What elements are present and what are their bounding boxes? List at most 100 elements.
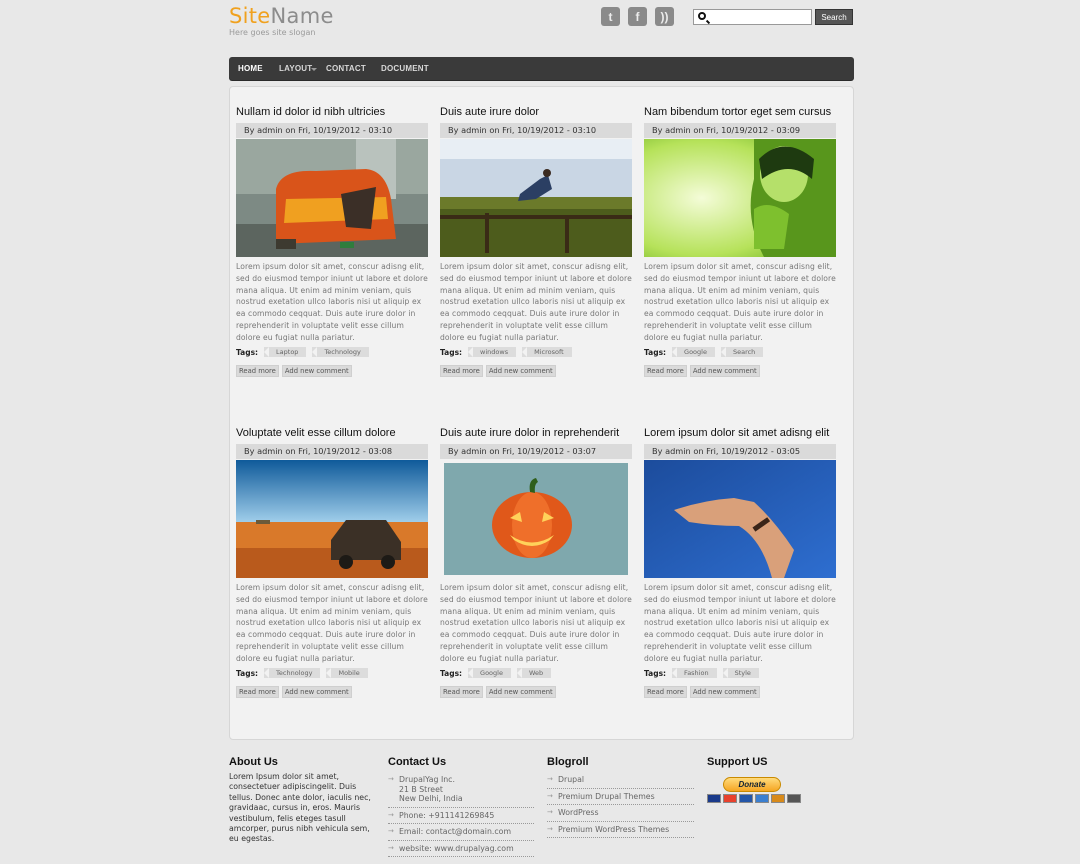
card-icon [771,794,785,803]
logo-part-2: Name [270,4,334,28]
add-comment-link[interactable]: Add new comment [485,364,556,377]
twitter-icon[interactable]: t [601,7,620,26]
contact-address: DrupalYag Inc. 21 B Street New Delhi, In… [388,772,534,808]
tag-link[interactable]: Google [468,668,511,679]
nav-layout[interactable]: LAYOUT [279,64,312,73]
blogroll-link[interactable]: Drupal [547,772,694,789]
site-slogan: Here goes site slogan [229,28,316,37]
tag-link[interactable]: Technology [264,668,321,679]
search-box [693,9,812,25]
post-meta: By admin on Fri, 10/19/2012 - 03:08 [236,444,428,459]
footer-blogroll: Blogroll Drupal Premium Drupal Themes Wo… [547,756,694,838]
blogroll-link[interactable]: Premium Drupal Themes [547,789,694,805]
post-tags: Tags: Google Search [644,346,836,359]
blogroll-link[interactable]: Premium WordPress Themes [547,822,694,838]
post-title[interactable]: Lorem ipsum dolor sit amet adisng elit [644,427,836,441]
tags-label: Tags: [440,668,463,678]
rss-icon[interactable]: )) [655,7,674,26]
read-more-link[interactable]: Read more [644,685,687,698]
tag-link[interactable]: Fashion [672,668,717,679]
post-title[interactable]: Duis aute irure dolor [440,106,632,120]
post-title[interactable]: Nullam id dolor id nibh ultricies [236,106,428,120]
tags-label: Tags: [236,668,259,678]
footer-about-title: About Us [229,756,278,768]
read-more-link[interactable]: Read more [644,364,687,377]
tag-link[interactable]: Google [672,347,715,358]
tags-label: Tags: [440,347,463,357]
post-tags: Tags: Laptop Technology [236,346,428,359]
footer-about: About Us Lorem Ipsum dolor sit amet, con… [229,756,371,845]
tag-link[interactable]: Web [516,668,552,679]
card-icon [723,794,737,803]
nav-document[interactable]: DOCUMENT [381,64,429,73]
footer-blogroll-title: Blogroll [547,756,589,768]
post-links: Read more Add new comment [440,685,632,698]
card-icon [707,794,721,803]
read-more-link[interactable]: Read more [236,364,279,377]
add-comment-link[interactable]: Add new comment [281,685,352,698]
tags-label: Tags: [644,347,667,357]
add-comment-link[interactable]: Add new comment [485,685,556,698]
tag-link[interactable]: Style [722,668,759,679]
read-more-link[interactable]: Read more [236,685,279,698]
post-excerpt: Lorem ipsum dolor sit amet, conscur adis… [644,583,836,663]
post-meta: By admin on Fri, 10/19/2012 - 03:09 [644,123,836,138]
card-icon [739,794,753,803]
post-links: Read more Add new comment [236,685,428,698]
post-links: Read more Add new comment [644,364,836,377]
post-tags: Tags: Fashion Style [644,667,836,680]
post-image-desert-car[interactable] [236,460,428,578]
tags-label: Tags: [644,668,667,678]
post-excerpt: Lorem ipsum dolor sit amet, conscur adis… [440,262,632,342]
post-title[interactable]: Voluptate velit esse cillum dolore [236,427,428,441]
post-title[interactable]: Duis aute irure dolor in reprehenderit [440,427,632,441]
contact-website[interactable]: website: www.drupalyag.com [388,841,534,857]
tag-link[interactable]: Laptop [264,347,307,358]
tag-link[interactable]: Search [720,347,764,358]
contact-email[interactable]: Email: contact@domain.com [388,824,534,841]
post-card: Nam bibendum tortor eget sem cursus By a… [644,106,836,377]
tag-link[interactable]: windows [468,347,517,358]
facebook-icon[interactable]: f [628,7,647,26]
main-navigation: HOME LAYOUT CONTACT DOCUMENT [229,57,854,80]
read-more-link[interactable]: Read more [440,364,483,377]
post-card: Nullam id dolor id nibh ultricies By adm… [236,106,428,377]
post-title[interactable]: Nam bibendum tortor eget sem cursus [644,106,836,120]
search-button[interactable]: Search [815,9,853,25]
post-excerpt: Lorem ipsum dolor sit amet, conscur adis… [236,262,428,342]
footer-support: Support US Donate [707,756,854,803]
footer-support-title: Support US [707,756,768,768]
search-icon [698,12,706,20]
post-excerpt: Lorem ipsum dolor sit amet, conscur adis… [440,583,632,663]
footer-about-text: Lorem Ipsum dolor sit amet, consectetuer… [229,772,371,844]
post-excerpt: Lorem ipsum dolor sit amet, conscur adis… [644,262,836,342]
contact-phone: Phone: +911141269845 [388,808,534,824]
post-card: Lorem ipsum dolor sit amet adisng elit B… [644,427,836,698]
address-line: 21 B Street [399,784,443,794]
add-comment-link[interactable]: Add new comment [689,364,760,377]
blogroll-link[interactable]: WordPress [547,805,694,822]
search-input[interactable] [710,10,810,24]
nav-home[interactable]: HOME [238,64,263,73]
post-image-girl-green[interactable] [644,139,836,257]
read-more-link[interactable]: Read more [440,685,483,698]
post-image-pumpkin[interactable] [440,460,632,578]
tag-link[interactable]: Microsoft [522,347,572,358]
post-image-hand-sky[interactable] [644,460,836,578]
logo-part-1: Site [229,4,271,28]
footer-contact: Contact Us DrupalYag Inc. 21 B Street Ne… [388,756,534,857]
post-tags: Tags: Google Web [440,667,632,680]
add-comment-link[interactable]: Add new comment [689,685,760,698]
tag-link[interactable]: Technology [312,347,369,358]
add-comment-link[interactable]: Add new comment [281,364,352,377]
post-meta: By admin on Fri, 10/19/2012 - 03:10 [440,123,632,138]
post-image-armchair[interactable] [236,139,428,257]
post-meta: By admin on Fri, 10/19/2012 - 03:10 [236,123,428,138]
donate-button[interactable]: Donate [723,777,781,792]
site-logo[interactable]: SiteName [229,4,334,28]
post-links: Read more Add new comment [644,685,836,698]
nav-contact[interactable]: CONTACT [326,64,366,73]
post-image-field-jump[interactable] [440,139,632,257]
post-tags: Tags: windows Microsoft [440,346,632,359]
tag-link[interactable]: Mobile [326,668,368,679]
